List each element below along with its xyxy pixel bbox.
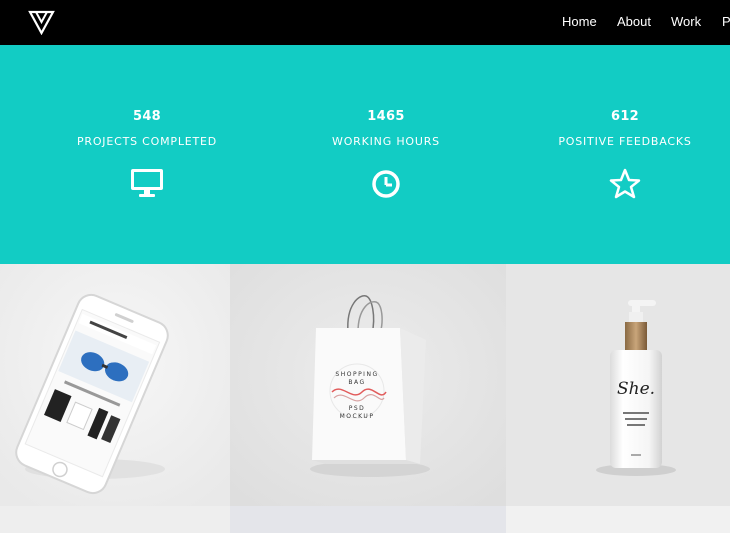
portfolio-item-partial-3[interactable]: [506, 506, 730, 533]
nav-link-work[interactable]: Work: [671, 14, 701, 29]
stat-label: WORKING HOURS: [332, 135, 440, 148]
triangle-logo-icon[interactable]: [28, 10, 55, 35]
stat-value: 548: [132, 109, 162, 124]
nav-link-partial[interactable]: P: [722, 14, 730, 29]
portfolio-item-bottle[interactable]: She.: [506, 264, 730, 506]
stat-value: 1465: [367, 109, 405, 124]
stat-value: 612: [610, 109, 640, 124]
svg-text:PSD: PSD: [349, 405, 366, 412]
svg-text:BAG: BAG: [348, 379, 365, 386]
shopping-bag-icon: SHOPPING BAG PSD MOCKUP: [230, 264, 506, 506]
portfolio-item-partial-2[interactable]: [230, 506, 506, 533]
svg-text:SHOPPING: SHOPPING: [335, 371, 378, 378]
stat-label: PROJECTS COMPLETED: [76, 135, 218, 148]
smartphone-icon: [0, 264, 230, 506]
portfolio-item-phone[interactable]: [0, 264, 230, 506]
bottle-icon: She.: [596, 300, 676, 476]
portfolio-item-partial-1[interactable]: [0, 506, 230, 533]
bottle-brand-text: She.: [617, 379, 655, 399]
nav-link-about[interactable]: About: [617, 14, 651, 29]
top-navbar: Home About Work P: [0, 0, 730, 45]
stats-section: 548 PROJECTS COMPLETED 1465 WORKING HOUR…: [0, 45, 730, 264]
stat-label: POSITIVE FEEDBACKS: [558, 135, 692, 148]
monitor-icon: [131, 169, 163, 197]
svg-text:MOCKUP: MOCKUP: [340, 413, 375, 420]
portfolio-item-shopping-bag[interactable]: SHOPPING BAG PSD MOCKUP: [230, 264, 506, 506]
nav-link-home[interactable]: Home: [562, 14, 597, 29]
star-icon: [609, 168, 641, 199]
clock-icon: [372, 170, 400, 198]
